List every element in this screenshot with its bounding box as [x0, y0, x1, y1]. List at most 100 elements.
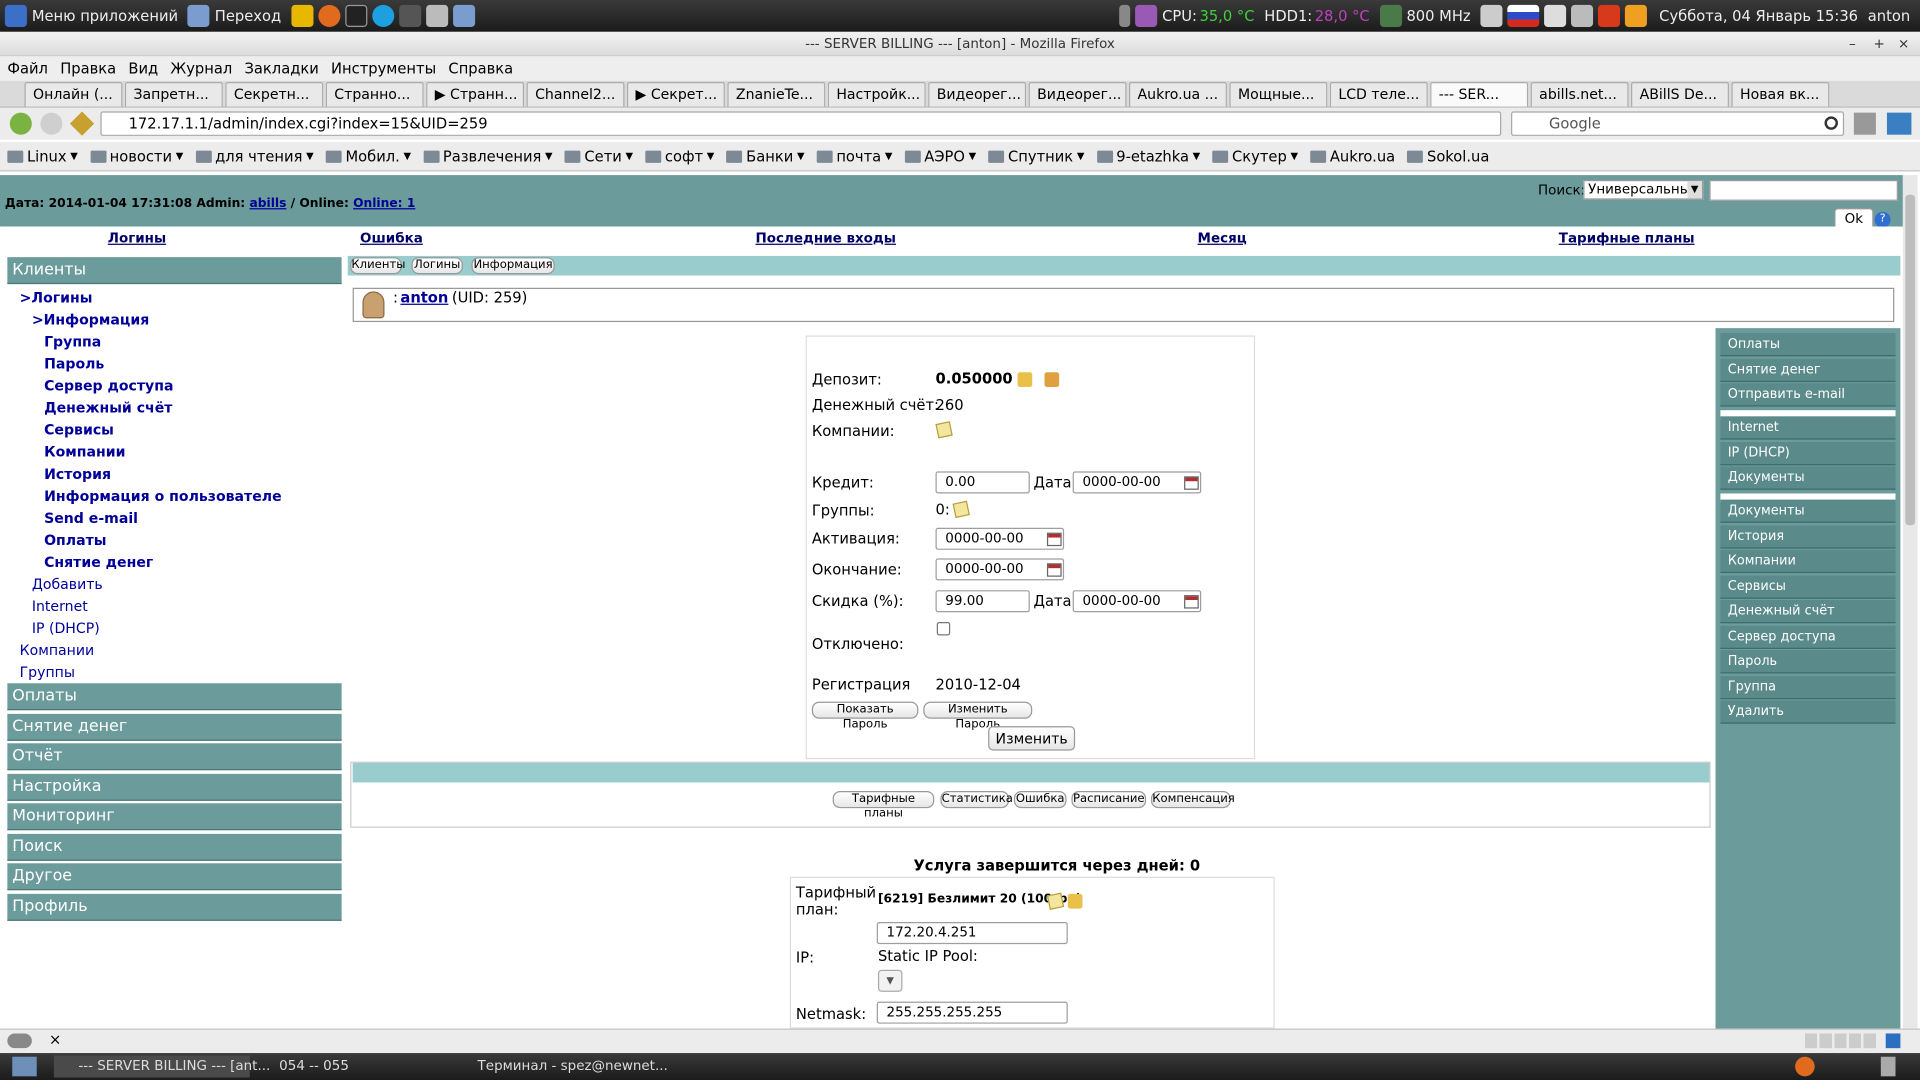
right-action-item[interactable]: Группа: [1720, 675, 1896, 699]
device-launcher-icon[interactable]: [398, 4, 421, 27]
ip-input[interactable]: 172.20.4.251: [876, 922, 1068, 945]
bookmark-item[interactable]: Скутер ▼: [1212, 148, 1298, 165]
menu-edit[interactable]: Правка: [60, 60, 116, 77]
sidebar-sub-item[interactable]: Internet: [32, 598, 88, 615]
maximize-button[interactable]: +: [1873, 32, 1884, 56]
tariff-payment-icon[interactable]: [1067, 893, 1083, 909]
sidebar-item-logins[interactable]: >Логины: [20, 289, 93, 306]
static-pool-select[interactable]: ▼: [877, 969, 903, 992]
bookmark-item[interactable]: софт ▼: [645, 148, 714, 165]
url-bar[interactable]: 172.17.1.1/admin/index.cgi?index=15&UID=…: [100, 111, 1502, 136]
close-button[interactable]: ×: [1898, 32, 1909, 56]
breadcrumb-logins[interactable]: Логины: [411, 257, 463, 275]
terminal-launcher-icon[interactable]: [344, 4, 367, 27]
service-errors-button[interactable]: Ошибка: [1013, 791, 1067, 809]
browser-search-box[interactable]: Google: [1511, 111, 1845, 136]
bookmark-item[interactable]: Сети ▼: [564, 148, 633, 165]
back-icon[interactable]: [9, 112, 32, 135]
browser-tab[interactable]: ▶ Секрет...: [626, 82, 725, 107]
browser-tab[interactable]: Aukro.ua ...: [1128, 82, 1227, 107]
bookmark-item[interactable]: АЭРО ▼: [904, 148, 976, 165]
sidebar-info-item[interactable]: Send e-mail: [44, 509, 138, 526]
calendar-icon[interactable]: [1046, 563, 1062, 577]
sidebar-info-item[interactable]: Компании: [44, 443, 125, 460]
close-icon[interactable]: ×: [49, 1031, 61, 1048]
sidebar-info-item[interactable]: Пароль: [44, 355, 104, 372]
menu-bookmarks[interactable]: Закладки: [244, 60, 318, 77]
netmask-input[interactable]: 255.255.255.255: [876, 1001, 1068, 1024]
expire-input[interactable]: 0000-00-00: [935, 558, 1065, 581]
calendar-icon[interactable]: [1046, 532, 1062, 547]
bookmark-item[interactable]: Sokol.ua: [1407, 148, 1489, 165]
breadcrumb-info[interactable]: Информация: [471, 257, 555, 275]
browser-tab[interactable]: Новая вк...: [1731, 82, 1830, 107]
user-menu[interactable]: anton: [1868, 7, 1910, 24]
bookmark-item[interactable]: Банки ▼: [726, 148, 804, 165]
rating-stars-icon[interactable]: [1804, 1033, 1879, 1049]
right-action-item[interactable]: Сервисы: [1720, 574, 1896, 599]
settings-applet-icon[interactable]: [1135, 4, 1158, 27]
clipboard-icon[interactable]: [1544, 4, 1567, 27]
topnav-errors[interactable]: Ошибка: [360, 230, 423, 246]
sidebar-cat[interactable]: Профиль: [7, 893, 342, 921]
page-scrollbar[interactable]: [1902, 175, 1918, 1029]
sidebar-info-item[interactable]: Снятие денег: [44, 553, 153, 570]
browser-tab[interactable]: LCD теле...: [1329, 82, 1428, 107]
right-action-item[interactable]: Пароль: [1720, 650, 1896, 674]
sidebar-info-item[interactable]: Группа: [44, 333, 101, 350]
sidebar-cat[interactable]: Поиск: [7, 833, 342, 861]
launcher-u-icon[interactable]: [290, 4, 313, 27]
right-action-item[interactable]: Отправить e-mail: [1720, 383, 1896, 407]
admin-link[interactable]: abills: [249, 197, 286, 210]
search-type-select[interactable]: Универсальный ▼: [1583, 180, 1704, 200]
topnav-logins[interactable]: Логины: [108, 230, 166, 246]
service-stats-button[interactable]: Статистика: [940, 791, 1013, 809]
calendar-icon[interactable]: [1184, 595, 1199, 609]
submit-change-button[interactable]: Изменить: [988, 726, 1076, 751]
right-action-item[interactable]: Документы: [1720, 499, 1896, 523]
sidebar-info-item[interactable]: Денежный счёт: [44, 399, 172, 416]
sidebar-info-item[interactable]: Информация о пользователе: [44, 487, 282, 504]
browser-tab[interactable]: ▶ Странн...: [426, 82, 525, 107]
sidebar-sub-item[interactable]: Добавить: [32, 576, 103, 593]
menu-tools[interactable]: Инструменты: [331, 60, 436, 77]
addon-icon[interactable]: [1885, 1033, 1901, 1049]
right-action-item[interactable]: Internet: [1720, 416, 1896, 440]
home-icon[interactable]: [1886, 112, 1912, 135]
minimize-button[interactable]: –: [1849, 32, 1856, 56]
sidebar-info-item[interactable]: Сервер доступа: [44, 377, 173, 394]
sidebar-cat[interactable]: Снятие денег: [7, 713, 342, 741]
menu-history[interactable]: Журнал: [170, 60, 232, 77]
browser-tab[interactable]: Channel2...: [526, 82, 625, 107]
taskbar-firefox[interactable]: --- SERVER BILLING --- [ant...: [53, 1055, 270, 1078]
sidebar-info-item[interactable]: История: [44, 465, 111, 482]
app-menu-button[interactable]: Меню приложений: [4, 4, 178, 27]
browser-tab[interactable]: Секретн...: [225, 82, 324, 107]
trash-icon[interactable]: [1880, 1056, 1896, 1077]
sidebar-cat[interactable]: Настройка: [7, 773, 342, 801]
browser-tab[interactable]: Видеорег...: [928, 82, 1027, 107]
sidebar-cat[interactable]: Оплаты: [7, 683, 342, 711]
bookmark-item[interactable]: 9-etazhka ▼: [1096, 148, 1200, 165]
browser-tab[interactable]: abills.net...: [1530, 82, 1629, 107]
sidebar-item-info[interactable]: >Информация: [32, 311, 149, 328]
right-action-item[interactable]: Денежный счёт: [1720, 600, 1896, 624]
update-icon[interactable]: [1597, 4, 1621, 27]
bookmark-item[interactable]: для чтения ▼: [195, 148, 314, 165]
skype-launcher-icon[interactable]: [371, 4, 394, 27]
bookmark-item[interactable]: Мобил. ▼: [325, 148, 411, 165]
menu-view[interactable]: Вид: [128, 60, 158, 77]
edit-company-icon[interactable]: [935, 421, 953, 439]
scrollbar-thumb[interactable]: [1905, 194, 1916, 526]
right-action-item[interactable]: Снятие денег: [1720, 358, 1896, 382]
add-payment-icon[interactable]: [1017, 372, 1033, 387]
browser-tab[interactable]: ZnanieTe...: [727, 82, 826, 107]
topnav-tariffs[interactable]: Тарифные планы: [1559, 230, 1695, 246]
right-action-item[interactable]: Сервер доступа: [1720, 625, 1896, 649]
window-titlebar[interactable]: --- SERVER BILLING --- [anton] - Mozilla…: [0, 31, 1920, 57]
taskbar-editor[interactable]: 054 -- 055: [255, 1056, 451, 1078]
topnav-last-logins[interactable]: Последние входы: [756, 230, 896, 246]
search-input[interactable]: [1709, 180, 1898, 201]
online-link[interactable]: Online: 1: [353, 197, 415, 210]
browser-tab[interactable]: Запретн...: [124, 82, 223, 107]
